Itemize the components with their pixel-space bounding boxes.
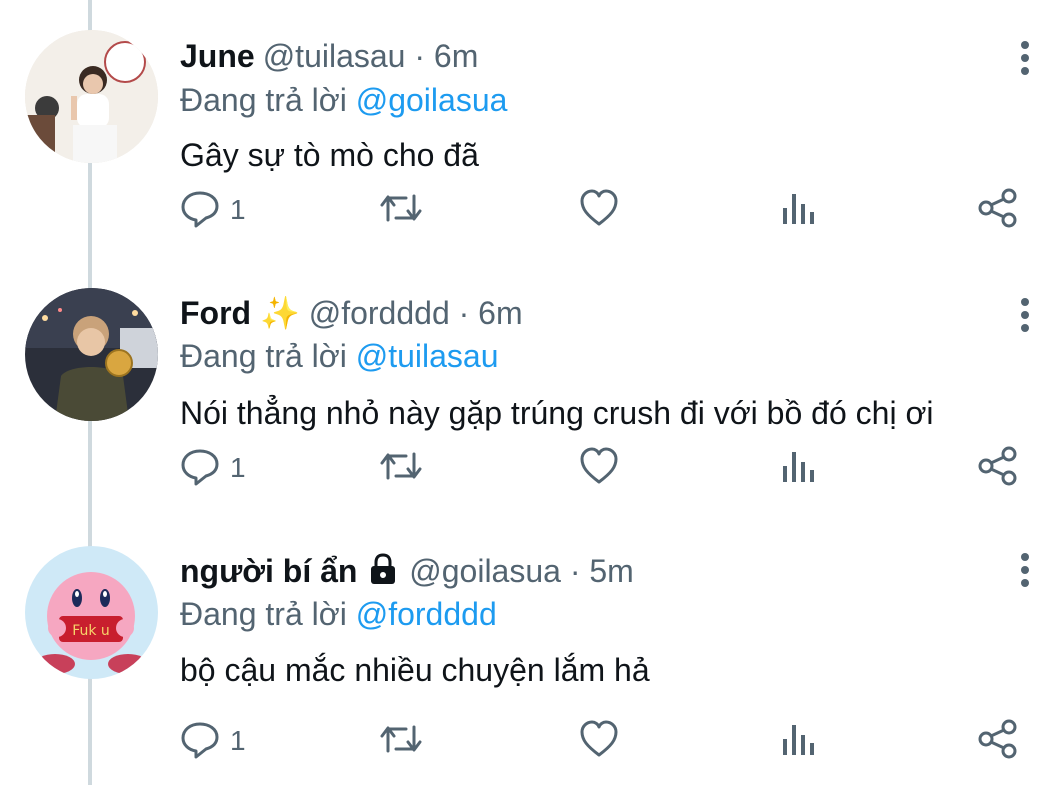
replying-to: Đang trả lời @goilasua (180, 80, 507, 120)
retweet-icon (378, 188, 424, 233)
views-icon (780, 188, 816, 233)
views-button[interactable] (780, 443, 816, 493)
timestamp[interactable]: 6m (478, 295, 522, 331)
avatar[interactable]: Fuk u (25, 546, 158, 679)
replying-to: Đang trả lời @tuilasau (180, 336, 499, 376)
avatar-sign-text: Fuk u (72, 623, 110, 639)
handle[interactable]: @goilasua (409, 553, 561, 589)
action-bar: 1 (0, 443, 1052, 493)
share-button[interactable] (977, 716, 1019, 766)
handle[interactable]: @fordddd (309, 295, 450, 331)
like-icon (579, 446, 619, 491)
avatar[interactable] (25, 288, 158, 421)
tweet-2[interactable]: Ford ✨ @fordddd · 6m Đang trả lời @tuila… (0, 257, 1052, 514)
action-bar: 1 (0, 185, 1052, 235)
display-name[interactable]: người bí ẩn (180, 553, 357, 589)
like-icon (579, 188, 619, 233)
like-button[interactable] (579, 716, 619, 766)
display-name[interactable]: Ford (180, 295, 251, 331)
replying-label: Đang trả lời (180, 596, 347, 632)
reply-icon (180, 719, 220, 764)
share-icon (977, 187, 1019, 234)
views-button[interactable] (780, 716, 816, 766)
tweet-text: Gây sự tò mò cho đã (180, 137, 479, 173)
tweet-text: Nói thẳng nhỏ này gặp trúng crush đi với… (180, 395, 934, 431)
timestamp[interactable]: 5m (589, 553, 633, 589)
tweet-text: bộ cậu mắc nhiều chuyện lắm hả (180, 652, 650, 688)
like-button[interactable] (579, 185, 619, 235)
more-icon[interactable] (1010, 295, 1040, 335)
replying-mention[interactable]: @tuilasau (356, 338, 499, 374)
more-icon[interactable] (1010, 550, 1040, 590)
replying-to: Đang trả lời @fordddd (180, 594, 497, 634)
share-button[interactable] (977, 185, 1019, 235)
views-icon (780, 446, 816, 491)
reply-icon (180, 446, 220, 491)
handle[interactable]: @tuilasau (263, 38, 406, 74)
retweet-button[interactable] (378, 443, 424, 493)
tweet-header: người bí ẩn @goilasua · 5m (180, 551, 634, 591)
share-icon (977, 445, 1019, 492)
share-icon (977, 718, 1019, 765)
reply-icon (180, 188, 220, 233)
views-button[interactable] (780, 185, 816, 235)
tweet-3[interactable]: Fuk u người bí ẩn @goilasua · 5m Đang tr… (0, 514, 1052, 771)
separator: · (569, 553, 581, 589)
like-button[interactable] (579, 443, 619, 493)
retweet-button[interactable] (378, 716, 424, 766)
replying-label: Đang trả lời (180, 338, 347, 374)
like-icon (579, 719, 619, 764)
lock-icon (366, 551, 400, 591)
reply-count: 1 (230, 194, 246, 225)
reply-count: 1 (230, 452, 246, 483)
separator: · (414, 38, 426, 74)
views-icon (780, 719, 816, 764)
reply-button[interactable]: 1 (180, 185, 246, 235)
tweet-header: Ford ✨ @fordddd · 6m (180, 293, 523, 333)
retweet-icon (378, 719, 424, 764)
more-icon[interactable] (1010, 38, 1040, 78)
tweet-1[interactable]: June @tuilasau · 6m Đang trả lời @goilasu… (0, 0, 1052, 257)
reply-count: 1 (230, 725, 246, 756)
retweet-button[interactable] (378, 185, 424, 235)
tweet-header: June @tuilasau · 6m (180, 36, 478, 76)
separator: · (458, 295, 470, 331)
reply-button[interactable]: 1 (180, 716, 246, 766)
replying-label: Đang trả lời (180, 82, 347, 118)
sparkles-badge: ✨ (259, 295, 300, 331)
retweet-icon (378, 446, 424, 491)
replying-mention[interactable]: @goilasua (356, 82, 508, 118)
reply-button[interactable]: 1 (180, 443, 246, 493)
avatar[interactable] (25, 30, 158, 163)
timestamp[interactable]: 6m (434, 38, 478, 74)
replying-mention[interactable]: @fordddd (356, 596, 497, 632)
share-button[interactable] (977, 443, 1019, 493)
action-bar: 1 (0, 716, 1052, 766)
display-name[interactable]: June (180, 38, 255, 74)
